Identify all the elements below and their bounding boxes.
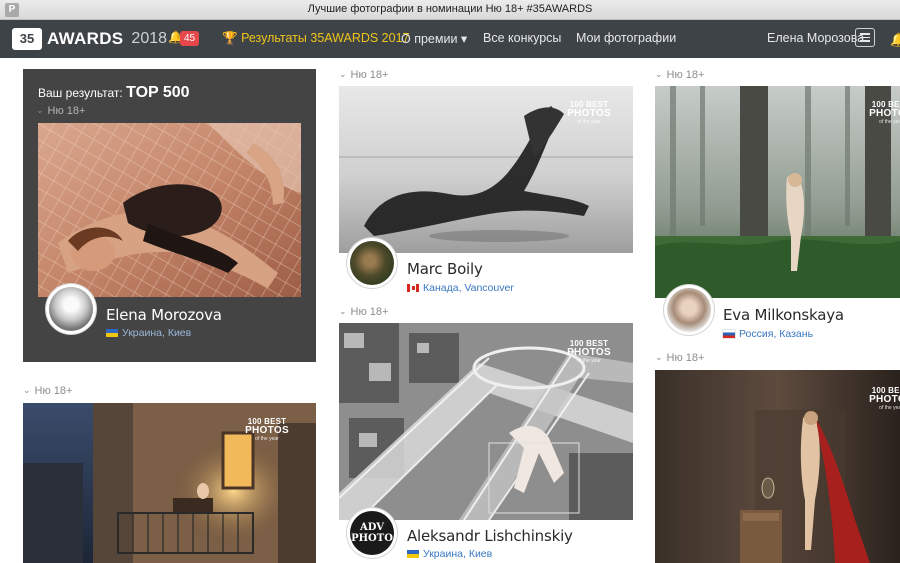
site-logo[interactable]: 35 AWARDS 2018 <box>12 27 167 51</box>
chevron-down-icon: ⌄ <box>655 352 663 362</box>
category-tag[interactable]: ⌄ Ню 18+ <box>36 105 85 117</box>
photo-entry[interactable]: 100 BEST PHOTOS of the year <box>655 370 900 563</box>
category-tag[interactable]: ⌄ Ню 18+ <box>655 69 704 81</box>
logo-year: 2018 <box>131 30 168 47</box>
author-location: Канада, Vancouver <box>407 282 514 294</box>
author-location: Россия, Казань <box>723 328 813 340</box>
user-name[interactable]: Елена Морозова <box>767 31 864 45</box>
chevron-down-icon: ⌄ <box>339 306 347 316</box>
author-country[interactable]: Россия <box>739 328 773 340</box>
author-country[interactable]: Украина <box>423 548 463 560</box>
photo-result-image <box>38 123 301 297</box>
author-name[interactable]: Eva Milkonskaya <box>723 306 844 324</box>
notification-count-badge[interactable]: 45 <box>180 31 200 46</box>
category-tag[interactable]: ⌄ Ню 18+ <box>339 306 388 318</box>
avatar-logo-text: ADV PHOTO <box>350 511 394 555</box>
result-rank: TOP 500 <box>126 84 190 101</box>
author-city[interactable]: Киев <box>168 327 191 339</box>
award-badge: 100 BEST PHOTOS of the year <box>245 417 289 442</box>
author-city[interactable]: Казань <box>779 328 813 340</box>
avatar[interactable]: ADV PHOTO <box>347 508 397 558</box>
avatar[interactable] <box>347 238 397 288</box>
hamburger-menu-button[interactable] <box>855 28 875 47</box>
photo-entry[interactable]: 100 BEST PHOTOS of the year <box>655 86 900 298</box>
nav-my-photos[interactable]: Мои фотографии <box>576 31 676 45</box>
photo-result[interactable] <box>38 123 301 297</box>
result-title: Ваш результат: TOP 500 <box>38 84 190 102</box>
award-badge: 100 BEST PHOTOS of the year <box>869 386 900 411</box>
author-name[interactable]: Marc Boily <box>407 260 483 278</box>
chevron-down-icon: ⌄ <box>339 69 347 79</box>
nav-results-2017-label: Результаты 35AWARDS 2017 <box>241 31 410 45</box>
author-name[interactable]: Aleksandr Lishchinskiy <box>407 527 573 545</box>
author-city[interactable]: Vancouver <box>464 282 513 294</box>
nav-all-contests[interactable]: Все конкурсы <box>483 31 561 45</box>
chevron-down-icon: ⌄ <box>655 69 663 79</box>
nav-results-2017[interactable]: 🏆 Результаты 35AWARDS 2017 <box>222 31 410 46</box>
flag-canada-icon <box>407 284 419 292</box>
trophy-icon: 🏆 <box>222 31 238 45</box>
photo-entry[interactable]: 100 BEST PHOTOS of the year <box>339 86 633 253</box>
author-city[interactable]: Киев <box>469 548 492 560</box>
award-badge: 100 BEST PHOTOS of the year <box>567 339 611 364</box>
author-name[interactable]: Elena Morozova <box>106 306 222 324</box>
flag-ukraine-icon <box>407 550 419 558</box>
author-location: Украина, Киев <box>106 327 191 339</box>
author-country[interactable]: Канада <box>423 282 459 294</box>
your-result-card: Ваш результат: TOP 500 ⌄ Ню 18+ Elena Mo… <box>23 69 316 362</box>
nav-about-dropdown[interactable]: О премии ▾ <box>401 31 467 46</box>
bell-icon-partial[interactable]: 🔔 <box>890 32 900 48</box>
result-label: Ваш результат: <box>38 86 123 100</box>
avatar[interactable] <box>664 285 714 335</box>
chevron-down-icon: ⌄ <box>36 105 44 115</box>
award-badge: 100 BEST PHOTOS of the year <box>567 100 611 125</box>
avatar[interactable] <box>46 284 96 334</box>
category-tag[interactable]: ⌄ Ню 18+ <box>23 385 72 397</box>
window-titlebar: P Лучшие фотографии в номинации Ню 18+ #… <box>0 0 900 20</box>
window-title: Лучшие фотографии в номинации Ню 18+ #35… <box>307 3 593 15</box>
category-tag[interactable]: ⌄ Ню 18+ <box>655 352 704 364</box>
logo-brand: AWARDS <box>47 29 124 48</box>
category-tag[interactable]: ⌄ Ню 18+ <box>339 69 388 81</box>
photo-entry[interactable]: 100 BEST PHOTOS of the year <box>339 323 633 520</box>
award-badge: 100 BEST PHOTOS of the year <box>869 100 900 125</box>
flag-ukraine-icon <box>106 329 118 337</box>
top-navbar: 35 AWARDS 2018 🔔 45 🏆 Результаты 35AWARD… <box>0 20 900 58</box>
author-country[interactable]: Украина <box>122 327 162 339</box>
logo-badge: 35 <box>12 28 42 50</box>
flag-russia-icon <box>723 330 735 338</box>
photo-entry[interactable]: 100 BEST PHOTOS of the year <box>23 403 316 563</box>
chevron-down-icon: ⌄ <box>23 385 31 395</box>
author-location: Украина, Киев <box>407 548 492 560</box>
